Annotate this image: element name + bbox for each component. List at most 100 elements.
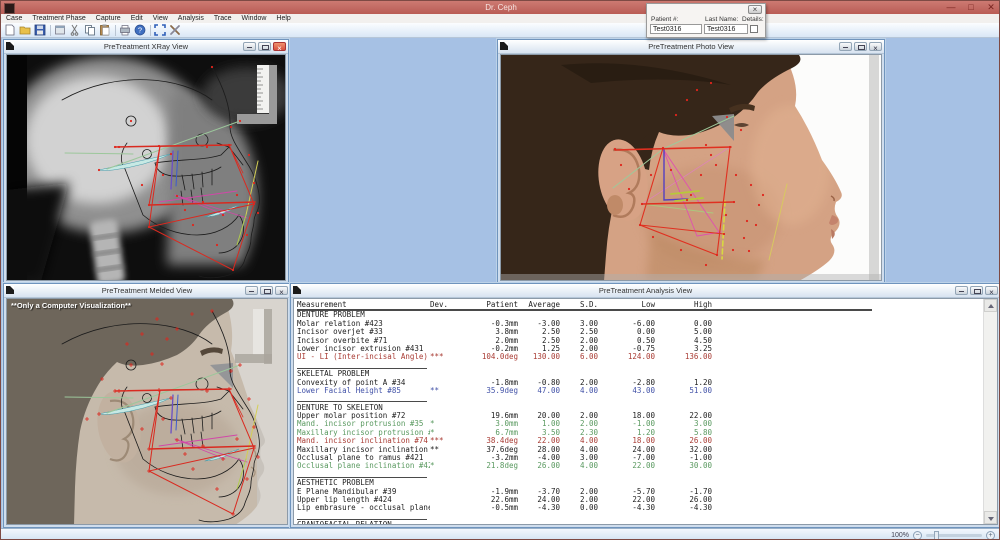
toolbar: ? xyxy=(1,23,1000,38)
photo-canvas[interactable] xyxy=(500,54,882,281)
menu-case[interactable]: Case xyxy=(1,14,27,23)
cell: 20.00 xyxy=(518,412,560,420)
cell: -4.30 xyxy=(655,504,712,512)
svg-text:?: ? xyxy=(138,26,142,35)
cell: 124.00 xyxy=(598,353,655,361)
cell: 37.6deg xyxy=(468,446,518,454)
maximize-button[interactable] xyxy=(260,286,273,295)
new-document-icon[interactable] xyxy=(4,24,16,36)
cell: 2.00 xyxy=(560,379,598,387)
minimize-button[interactable] xyxy=(245,286,258,295)
scroll-up-icon[interactable] xyxy=(984,299,997,312)
minimize-button[interactable] xyxy=(839,42,852,51)
toolbar-separator xyxy=(115,25,116,36)
details-label: Details: xyxy=(742,16,764,23)
cell: -0.3mm xyxy=(468,320,518,328)
close-button[interactable] xyxy=(985,286,998,295)
analysis-row: Incisor overbite #712.0mm2.502.000.504.5… xyxy=(297,337,983,345)
analysis-row: Upper lip length #42422.6mm24.002.0022.0… xyxy=(297,496,983,504)
copy-icon[interactable] xyxy=(84,24,96,36)
cell: 0.00 xyxy=(655,320,712,328)
maximize-button[interactable] xyxy=(258,42,271,51)
cell: * xyxy=(430,462,468,470)
xray-window-titlebar[interactable]: PreTreatment XRay View xyxy=(4,40,288,54)
cell: CRANIOFACIAL RELATION xyxy=(297,521,430,525)
cell: *** xyxy=(430,353,468,361)
cell: -2.80 xyxy=(598,379,655,387)
cell: 18.00 xyxy=(598,412,655,420)
xray-canvas[interactable] xyxy=(6,54,286,281)
zoom-slider-handle[interactable] xyxy=(934,531,939,540)
close-button[interactable] xyxy=(275,286,288,295)
column-header: Dev. xyxy=(430,301,468,309)
cell: 2.00 xyxy=(560,496,598,504)
help-icon[interactable]: ? xyxy=(134,24,146,36)
zoom-slider[interactable] xyxy=(926,534,982,537)
analysis-window-titlebar[interactable]: PreTreatment Analysis View xyxy=(291,284,1000,298)
zoom-out-icon[interactable]: − xyxy=(913,531,922,540)
window-icon xyxy=(500,42,508,50)
close-button[interactable]: ✕ xyxy=(985,1,997,14)
analysis-row: Lip embrasure - occlusal plane #425-0.5m… xyxy=(297,504,983,512)
cell: Occlusal plane inclination #422 xyxy=(297,462,430,470)
minimize-button[interactable] xyxy=(955,286,968,295)
details-checkbox[interactable] xyxy=(750,25,758,33)
maximize-button[interactable]: □ xyxy=(965,1,977,14)
minimize-button[interactable] xyxy=(243,42,256,51)
photo-window-titlebar[interactable]: PreTreatment Photo View xyxy=(498,40,884,54)
title-bar[interactable]: Dr. Ceph — □ ✕ xyxy=(1,1,1000,14)
minimize-button[interactable]: — xyxy=(945,1,957,14)
patient-number-input[interactable]: Test0316 xyxy=(650,24,702,34)
cell: Upper lip length #424 xyxy=(297,496,430,504)
last-name-input[interactable]: Test0316 xyxy=(704,24,748,34)
photo-window-title: PreTreatment Photo View xyxy=(648,42,733,51)
menu-help[interactable]: Help xyxy=(271,14,295,23)
window-icon xyxy=(6,42,14,50)
melded-canvas[interactable]: **Only a Computer Visualization** xyxy=(6,298,288,525)
analysis-row: Molar relation #423-0.3mm-3.003.00-6.000… xyxy=(297,320,983,328)
cell: 2.00 xyxy=(560,420,598,428)
cut-icon[interactable] xyxy=(69,24,81,36)
cell: 2.0mm xyxy=(468,337,518,345)
analysis-row: Incisor overjet #333.8mm2.502.500.005.00 xyxy=(297,328,983,336)
menu-trace[interactable]: Trace xyxy=(209,14,237,23)
close-button[interactable] xyxy=(273,42,286,51)
zoom-control: 100% − + xyxy=(891,531,995,540)
scroll-down-icon[interactable] xyxy=(984,511,997,524)
menu-analysis[interactable]: Analysis xyxy=(173,14,209,23)
column-header: S.D. xyxy=(560,301,598,309)
open-folder-icon[interactable] xyxy=(19,24,31,36)
paste-icon[interactable] xyxy=(99,24,111,36)
window-icon[interactable] xyxy=(54,24,66,36)
cell: 26.00 xyxy=(518,462,560,470)
vertical-scrollbar[interactable] xyxy=(983,299,997,524)
maximize-button[interactable] xyxy=(970,286,983,295)
patient-panel-close-icon[interactable]: × xyxy=(748,5,762,14)
menu-edit[interactable]: Edit xyxy=(126,14,148,23)
close-button[interactable] xyxy=(869,42,882,51)
cell: 4.00 xyxy=(560,446,598,454)
save-icon[interactable] xyxy=(34,24,46,36)
cell: -1.9mm xyxy=(468,488,518,496)
cell: 1.20 xyxy=(598,429,655,437)
zoom-in-icon[interactable]: + xyxy=(986,531,995,540)
cell: Lower incisor extrusion #431 xyxy=(297,345,430,353)
melded-caption: **Only a Computer Visualization** xyxy=(11,301,131,310)
menu-view[interactable]: View xyxy=(148,14,173,23)
cell: 22.00 xyxy=(655,412,712,420)
print-icon[interactable] xyxy=(119,24,131,36)
cell: 6.7mm xyxy=(468,429,518,437)
cell: Lip embrasure - occlusal plane #425 xyxy=(297,504,430,512)
maximize-button[interactable] xyxy=(854,42,867,51)
cell: -1.8mm xyxy=(468,379,518,387)
xray-window: PreTreatment XRay View xyxy=(3,39,289,284)
cell: -1.00 xyxy=(598,420,655,428)
cell: Maxillary incisor protrusion #73 xyxy=(297,429,430,437)
menu-window[interactable]: Window xyxy=(237,14,272,23)
capture-icon[interactable] xyxy=(154,24,166,36)
menu-capture[interactable]: Capture xyxy=(91,14,126,23)
tools-icon[interactable] xyxy=(169,24,181,36)
menu-treatment-phase[interactable]: Treatment Phase xyxy=(27,14,90,23)
cell: 21.8deg xyxy=(468,462,518,470)
melded-window-titlebar[interactable]: PreTreatment Melded View xyxy=(4,284,290,298)
